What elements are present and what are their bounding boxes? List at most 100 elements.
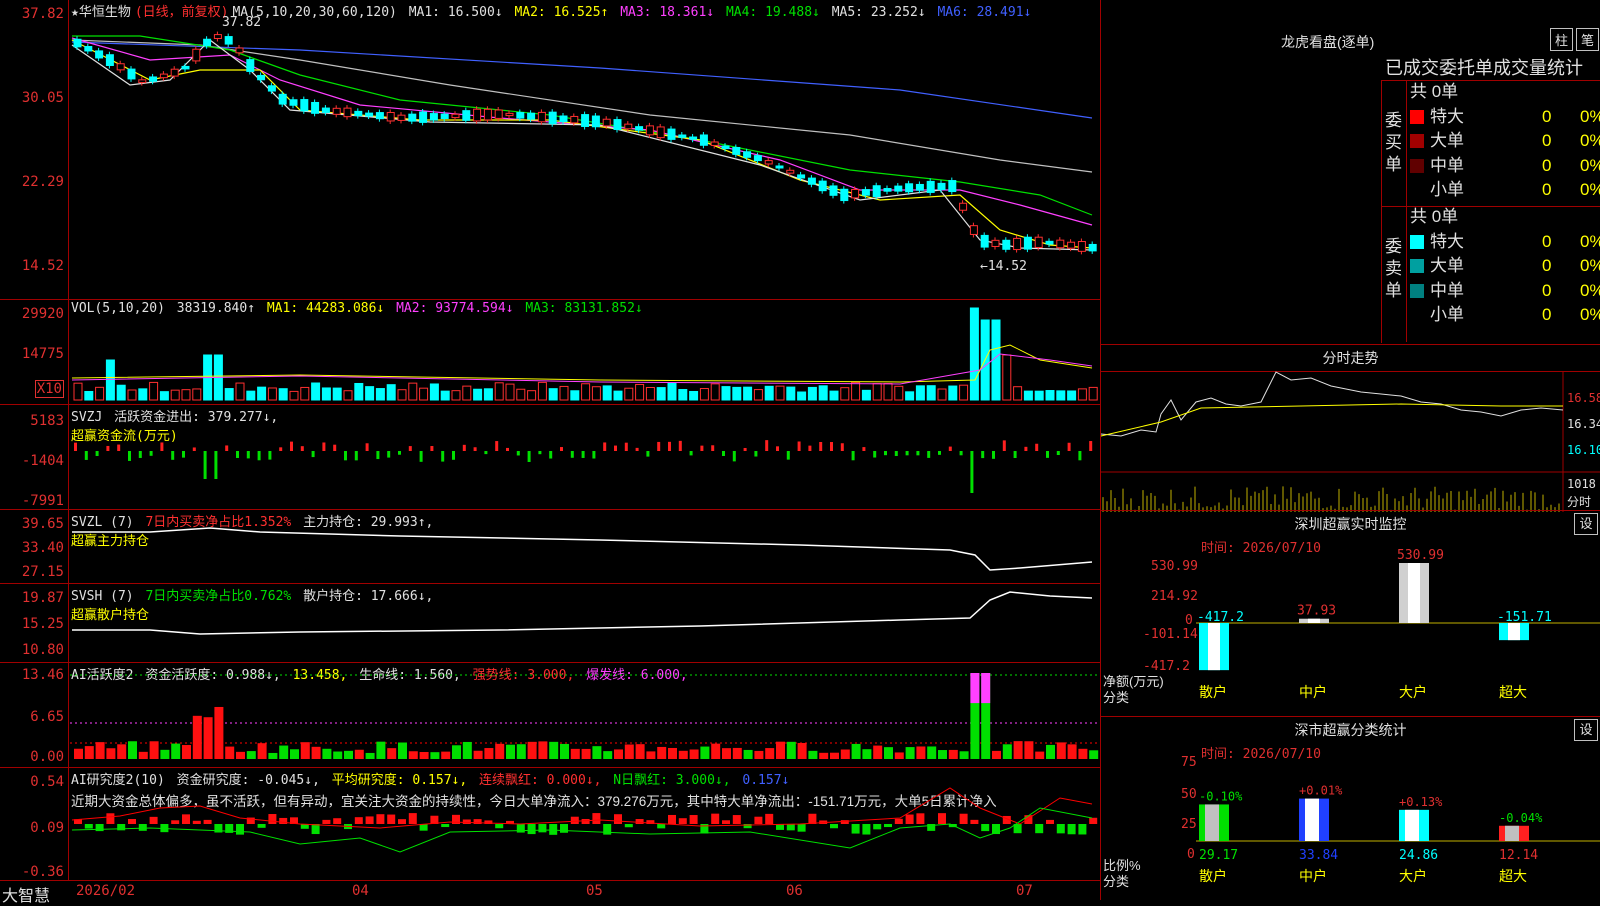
vol-bar bbox=[537, 381, 547, 401]
svzj-pane[interactable]: 5183 -1404 -7991 SVZJ 活跃资金进出: 379.277↓, … bbox=[0, 405, 1100, 510]
vol-bar bbox=[1013, 386, 1023, 401]
lhb-tab-pen[interactable]: 笔 bbox=[1576, 28, 1600, 51]
intraday-panel[interactable]: 分时走势 16.58 16.34 16.10 1018 分时 bbox=[1100, 344, 1600, 512]
candle-body bbox=[635, 126, 644, 131]
ai-active-bar bbox=[192, 715, 202, 759]
ai-active-bar bbox=[538, 741, 548, 759]
svzl-pane[interactable]: 39.65 33.40 27.15 SVZL (7) 7日内买卖净占比1.352… bbox=[0, 510, 1100, 584]
ai-active-bar bbox=[592, 746, 602, 759]
ai-active-peak bbox=[981, 673, 991, 704]
ai-research-chart[interactable] bbox=[0, 768, 1100, 880]
ai-research-bar bbox=[765, 813, 774, 824]
vol-bar bbox=[937, 388, 947, 401]
ai-active-chart[interactable] bbox=[0, 663, 1100, 767]
ai-research-bar bbox=[635, 819, 644, 824]
sz-class-bar-hi-1 bbox=[1205, 804, 1219, 841]
intraday-chart[interactable] bbox=[1100, 371, 1600, 512]
kline-chart[interactable]: 37.82 ←14.52 bbox=[0, 0, 1100, 299]
svzj-bar bbox=[592, 451, 596, 459]
candle-body bbox=[224, 36, 233, 45]
svzj-bar bbox=[441, 451, 445, 462]
candle-body bbox=[397, 114, 406, 121]
svzj-bar bbox=[365, 443, 369, 451]
svzj-bar bbox=[1067, 442, 1071, 451]
svzj-bar bbox=[203, 451, 207, 479]
lhb-title: 龙虎看盘(逐单) bbox=[1281, 34, 1375, 50]
svzj-bar bbox=[138, 451, 142, 458]
candle-body bbox=[300, 99, 309, 112]
sz-class-panel[interactable]: 深市超赢分类统计 设 时间: 2026/07/10 75 50 25 0 比例%… bbox=[1101, 716, 1600, 901]
candle-body bbox=[786, 169, 795, 174]
ai-active-bar bbox=[624, 744, 634, 759]
sz-monitor-cat-1: 散户 bbox=[1199, 684, 1227, 701]
ai-active-bar bbox=[873, 745, 883, 759]
kline-pane[interactable]: 37.82 30.05 22.29 14.52 ★华恒生物 (日线，前复权) MA(… bbox=[0, 0, 1100, 300]
vol-bar bbox=[613, 390, 623, 401]
ai-research-bar bbox=[657, 824, 666, 829]
sz-monitor-bar-hi-4 bbox=[1508, 623, 1520, 641]
ai-active-bar bbox=[732, 747, 742, 759]
ai-active-pane[interactable]: 13.46 6.65 0.00 AI活跃度2 资金活跃度: 0.988↓, 13… bbox=[0, 663, 1100, 768]
lhb-buy-row-4: 小单 0 0% bbox=[1410, 178, 1600, 203]
vol-bar bbox=[1056, 390, 1066, 401]
svzj-bar bbox=[1089, 441, 1093, 451]
vol-chart[interactable] bbox=[0, 300, 1100, 404]
vol-pane[interactable]: 29920 14775 X10 VOL(5,10,20) 38319.840↑ … bbox=[0, 300, 1100, 405]
vol-bar bbox=[181, 389, 191, 401]
ai-research-bar bbox=[830, 824, 838, 829]
svzj-bar bbox=[257, 451, 261, 461]
svzl-chart[interactable] bbox=[0, 510, 1100, 583]
candle-body bbox=[516, 112, 525, 119]
svzj-bar bbox=[290, 441, 293, 451]
ai-research-bar bbox=[1035, 824, 1044, 834]
ai-active-bar bbox=[765, 748, 775, 759]
svzj-bar bbox=[840, 443, 844, 451]
svzj-bar bbox=[894, 451, 898, 457]
svzj-bar bbox=[927, 451, 931, 458]
lhb-buy-row-3: 中单 0 0% bbox=[1410, 154, 1600, 179]
svzj-bar bbox=[1046, 451, 1049, 458]
ai-research-bar bbox=[959, 813, 968, 824]
ai-research-pane[interactable]: 0.54 0.09 -0.36 AI研究度2(10) 资金研究度: -0.045… bbox=[0, 768, 1100, 880]
vol-bar bbox=[321, 387, 331, 401]
lhb-sell-swatch-4 bbox=[1410, 308, 1424, 322]
vol-bar bbox=[516, 388, 526, 401]
x-label-4: 06 bbox=[786, 883, 803, 899]
svsh-pane[interactable]: 19.87 15.25 10.80 SVSH (7) 7日内买卖净占比0.762… bbox=[0, 584, 1100, 663]
ai-research-bar bbox=[981, 824, 990, 832]
candle-body bbox=[537, 111, 546, 123]
vol-bar bbox=[721, 386, 731, 401]
svzj-bar bbox=[981, 451, 985, 459]
sz-monitor-panel[interactable]: 深圳超赢实时监控 设 时间: 2026/07/10 530.99 214.92 … bbox=[1101, 510, 1600, 717]
sz-monitor-value-3: 530.99 bbox=[1397, 548, 1444, 563]
lhb-buy-p-4: 0% bbox=[1580, 180, 1600, 199]
ai-research-bar bbox=[516, 824, 525, 833]
ai-research-bar bbox=[938, 813, 946, 824]
ai-research-bar bbox=[668, 814, 676, 824]
sz-class-chart[interactable]: -0.10% 29.17 散户 +0.01% 33.84 中户 +0.13% 24.86 大户 -… bbox=[1101, 717, 1600, 901]
svzj-bar bbox=[419, 451, 423, 462]
svzj-chart[interactable] bbox=[0, 405, 1100, 509]
sz-monitor-chart[interactable]: -417.2 散户 37.93 中户 530.99 大户 -151.71 超大 bbox=[1101, 511, 1600, 717]
vol-bar bbox=[905, 391, 915, 401]
svzj-bar bbox=[506, 447, 509, 451]
svzj-bar bbox=[236, 451, 239, 458]
svzj-bar bbox=[214, 451, 218, 479]
sz-class-change-3: +0.13% bbox=[1399, 795, 1443, 809]
candle-body bbox=[267, 85, 276, 92]
svzj-bar bbox=[538, 451, 542, 455]
ai-research-bar bbox=[106, 813, 115, 824]
lhb-sell-total: 共 0单 bbox=[1410, 207, 1459, 226]
candle-body bbox=[667, 128, 676, 140]
vol-bar bbox=[797, 391, 807, 401]
vol-bar bbox=[602, 385, 612, 401]
lhb-tab-bar[interactable]: 柱 bbox=[1550, 28, 1574, 51]
ai-research-bar bbox=[711, 813, 720, 824]
svsh-chart[interactable] bbox=[0, 584, 1100, 662]
candle-body bbox=[419, 111, 428, 123]
x-axis: 大智慧 2026/02 04 05 06 07 bbox=[0, 880, 1100, 905]
ai-research-bar bbox=[333, 818, 342, 824]
candle-body bbox=[95, 50, 104, 59]
svzj-bar bbox=[700, 445, 704, 451]
ai-active-bar bbox=[743, 749, 753, 759]
